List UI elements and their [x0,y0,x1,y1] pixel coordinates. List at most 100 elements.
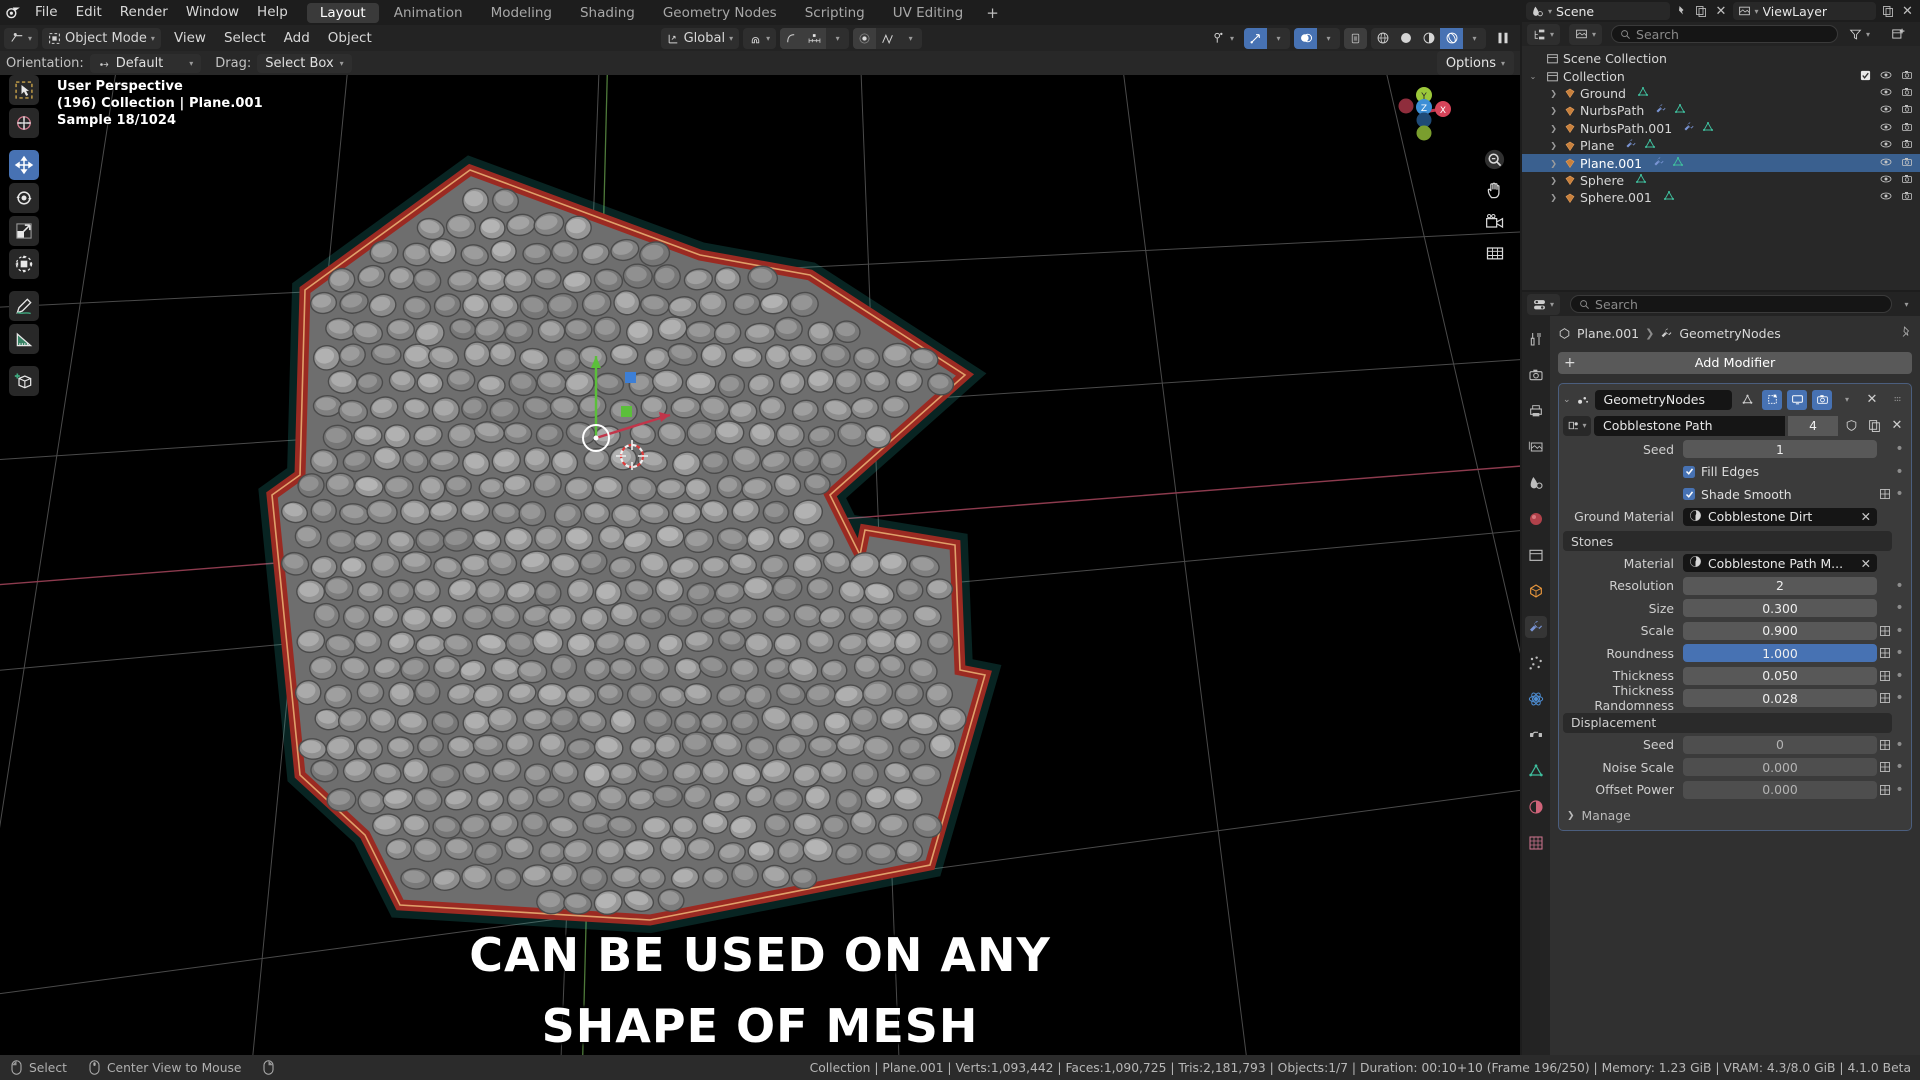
snap-group-2[interactable]: ▾ [853,27,923,49]
toggle-ortho-icon[interactable] [1483,241,1506,264]
xray-icon[interactable] [1344,27,1367,49]
tab-physics[interactable] [1525,688,1547,710]
value-field-scale[interactable]: 0.900 [1683,621,1877,640]
menu-edit[interactable]: Edit [67,0,111,25]
viewport-menu-object[interactable]: Object [319,25,381,51]
menu-window[interactable]: Window [177,0,248,25]
overlays-icon[interactable] [1294,27,1317,49]
add-workspace-button[interactable]: + [977,4,1008,22]
hide-in-viewport-icon[interactable] [1880,86,1892,101]
expand-arrow-icon[interactable]: ❯ [1522,141,1561,150]
input-attribute-toggle[interactable]: • [1892,487,1907,501]
input-attribute-toggle[interactable]: • [1892,669,1907,683]
menu-render[interactable]: Render [111,0,177,25]
realtime-display-icon[interactable] [1787,389,1807,410]
disable-in-renders-icon[interactable] [1901,121,1913,136]
properties-search-input[interactable]: Search [1570,295,1892,313]
shading-solid-icon[interactable] [1394,28,1417,49]
blender-logo-icon[interactable] [0,0,26,25]
collection-checkbox[interactable] [1860,69,1871,84]
outliner-display-mode[interactable]: ▾ [1527,23,1561,45]
modifier-indicator-icon[interactable] [1655,103,1667,118]
node-group-name-field[interactable]: Cobblestone Path [1594,415,1785,436]
collection-hide-icon[interactable] [1880,69,1892,84]
pin-properties-icon[interactable] [1900,326,1912,341]
tool-move[interactable] [9,150,39,180]
workspace-tab-uv-editing[interactable]: UV Editing [880,3,976,23]
expand-arrow-icon[interactable]: ❯ [1522,176,1561,185]
collection-render-icon[interactable] [1901,69,1913,84]
workspace-tab-scripting[interactable]: Scripting [792,3,878,23]
input-attribute-toggle[interactable]: • [1892,646,1907,660]
input-attribute-toggle[interactable]: • [1892,691,1907,705]
new-scene-icon[interactable] [1693,2,1710,20]
viewport-menu-add[interactable]: Add [275,25,319,51]
value-field-thickness[interactable]: 0.050 [1683,666,1877,685]
disable-in-renders-icon[interactable] [1901,190,1913,205]
shading-wireframe-icon[interactable] [1371,28,1394,49]
tool-annotate[interactable] [9,291,39,321]
modifier-indicator-icon[interactable] [1653,156,1665,171]
modifier-expand-chevron-icon[interactable]: ⌄ [1563,395,1571,405]
modifier-name-field[interactable]: GeometryNodes [1594,389,1732,410]
disable-in-renders-icon[interactable] [1901,173,1913,188]
hide-in-viewport-icon[interactable] [1880,103,1892,118]
hide-in-viewport-icon[interactable] [1880,121,1892,136]
delete-scene-icon[interactable]: ✕ [1713,2,1730,20]
menu-help[interactable]: Help [248,0,297,25]
tab-render[interactable] [1525,364,1547,386]
3d-viewport[interactable]: User Perspective (196) Collection | Plan… [0,75,1520,1055]
shading-rendered-icon[interactable] [1440,27,1463,49]
workspace-tab-shading[interactable]: Shading [567,3,648,23]
shading-mode-group[interactable]: ▾ [1371,27,1486,49]
outliner-tree[interactable]: Scene Collection ⌄ Collection ❯ Ground ❯ Nu… [1522,46,1920,290]
checkbox-fill-edges[interactable]: Fill Edges [1683,464,1877,479]
disable-in-renders-icon[interactable] [1901,103,1913,118]
disable-in-renders-icon[interactable] [1901,156,1913,171]
xray-toggle-group[interactable] [1344,27,1367,49]
node-group-users-count[interactable]: 4 [1788,415,1838,436]
animate-property-icon[interactable] [1877,784,1892,796]
workspace-tab-animation[interactable]: Animation [381,3,476,23]
material-field-material[interactable]: Cobblestone Path M... ✕ [1683,554,1877,572]
tab-object[interactable] [1525,580,1547,602]
orientation-dropdown[interactable]: Default ▾ [89,53,202,73]
input-attribute-toggle[interactable]: • [1892,738,1907,752]
tool-add-cube[interactable] [9,366,39,396]
tab-constraints[interactable] [1525,724,1547,746]
transform-orientation-dropdown[interactable]: Global ▾ [660,27,740,49]
proportional-size-icon[interactable] [803,27,827,49]
expand-arrow-icon[interactable]: ❯ [1522,159,1561,168]
mesh-data-icon[interactable] [1663,190,1675,205]
drag-dropdown[interactable]: Select Box ▾ [257,53,352,73]
object-transform-gizmo[interactable] [545,290,725,470]
workspace-tab-layout[interactable]: Layout [306,2,379,23]
mesh-data-icon[interactable] [1702,121,1714,136]
mesh-data-icon[interactable] [1635,173,1647,188]
editor-type-selector[interactable]: ▾ [4,27,39,49]
new-collection-icon[interactable] [1885,24,1911,45]
disable-in-renders-icon[interactable] [1901,138,1913,153]
delete-view-layer-icon[interactable]: ✕ [1899,2,1916,20]
workspace-tab-geometry-nodes[interactable]: Geometry Nodes [650,3,790,23]
edit-mode-display-icon[interactable] [1737,390,1757,410]
unlink-material-icon[interactable]: ✕ [1861,556,1871,571]
properties-options-chevron[interactable]: ▾ [1898,295,1915,313]
camera-view-icon[interactable] [1483,210,1506,233]
value-field-seed[interactable]: 1 [1683,440,1877,458]
value-field-thickness-randomness[interactable]: 0.028 [1683,689,1877,707]
input-attribute-toggle[interactable]: • [1892,760,1907,774]
proportional-edit-group[interactable]: ▾ [780,27,850,49]
shading-chevron-icon[interactable]: ▾ [1463,28,1486,49]
expand-arrow-icon[interactable]: ❯ [1522,106,1561,115]
render-pause-button[interactable] [1490,28,1516,49]
duplicate-node-group-icon[interactable] [1864,416,1884,436]
outliner-scene-collection-row[interactable]: Scene Collection [1522,50,1920,67]
overlays-toggle-group[interactable]: ▾ [1294,27,1340,49]
outliner-item-ground[interactable]: ❯ Ground [1522,85,1920,102]
animate-property-icon[interactable] [1877,670,1892,682]
node-group-browse-button[interactable]: ▾ [1563,415,1591,436]
fake-user-shield-icon[interactable] [1841,416,1861,436]
navigation-gizmo[interactable]: Y Z X [1387,75,1462,150]
value-field-seed[interactable]: 0 [1683,735,1877,754]
